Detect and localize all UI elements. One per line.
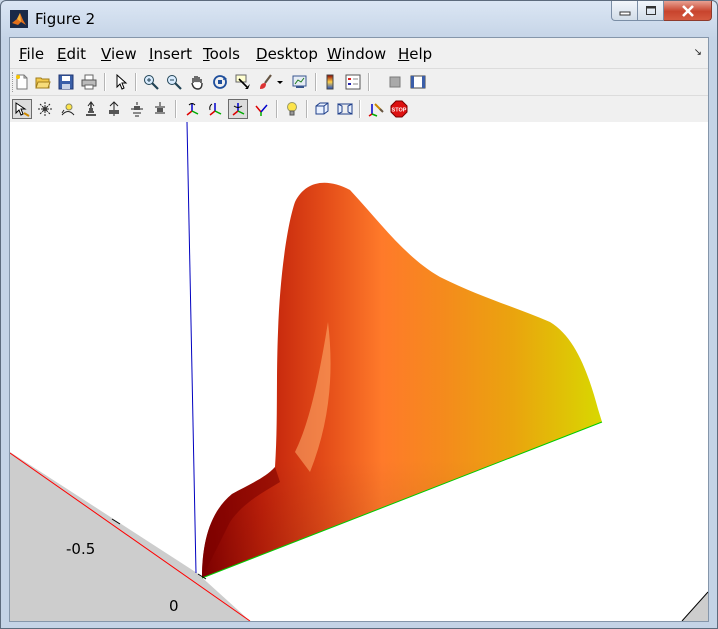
toolbar-separator <box>276 100 278 118</box>
window-title: Figure 2 <box>35 10 96 28</box>
pan-tilt-camera-icon[interactable] <box>81 99 101 119</box>
menu-window[interactable]: Window <box>327 45 386 63</box>
figure-window: Figure 2 File Edit View Insert Tools Des… <box>0 0 718 629</box>
toggle-light-icon[interactable] <box>282 99 302 119</box>
zoom-out-icon[interactable] <box>164 72 184 92</box>
camera-toolbar: STOP <box>10 95 708 122</box>
surface-shading <box>202 182 602 578</box>
tick-label-neg-0-5: -0.5 <box>66 540 96 558</box>
show-plot-tools-icon[interactable] <box>408 72 428 92</box>
figure-client: File Edit View Insert Tools Desktop Wind… <box>9 37 709 622</box>
brush-icon[interactable] <box>256 72 276 92</box>
minimize-icon <box>619 11 630 15</box>
toolbar-separator <box>368 73 370 91</box>
menu-view[interactable]: View <box>101 45 137 63</box>
z-principal-axis-icon[interactable] <box>228 99 248 119</box>
edit-plot-icon[interactable] <box>111 72 131 92</box>
roll-camera-icon[interactable] <box>150 99 170 119</box>
menu-edit[interactable]: Edit <box>57 45 86 63</box>
stop-camera-icon[interactable]: STOP <box>389 99 409 119</box>
brush-dropdown-icon[interactable] <box>275 72 285 92</box>
pan-icon[interactable] <box>187 72 207 92</box>
close-button[interactable] <box>664 1 712 21</box>
perspective-projection-icon[interactable] <box>335 99 355 119</box>
menu-insert[interactable]: Insert <box>149 45 192 63</box>
toolbar-separator <box>175 100 177 118</box>
x-principal-axis-icon[interactable] <box>182 99 202 119</box>
toolbar-separator <box>306 100 308 118</box>
zoom-in-icon[interactable] <box>141 72 161 92</box>
stop-label: STOP <box>392 108 407 114</box>
menu-file[interactable]: File <box>19 45 44 63</box>
figure-toolbar <box>10 68 708 95</box>
reset-camera-icon[interactable] <box>366 99 386 119</box>
insert-legend-icon[interactable] <box>343 72 363 92</box>
maximize-button[interactable] <box>638 1 664 21</box>
toolbar-separator <box>359 100 361 118</box>
toolbar-separator <box>315 73 317 91</box>
title-bar[interactable]: Figure 2 <box>1 1 717 37</box>
maximize-icon <box>645 6 656 15</box>
matlab-icon <box>10 10 28 28</box>
orthographic-projection-icon[interactable] <box>312 99 332 119</box>
close-icon <box>681 4 694 17</box>
toolbar-separator <box>104 73 106 91</box>
no-principal-axis-icon[interactable] <box>251 99 271 119</box>
tick-label-0: 0 <box>169 597 179 615</box>
minimize-button[interactable] <box>611 1 638 21</box>
link-plot-icon[interactable] <box>290 72 310 92</box>
z-axis-line <box>186 122 197 574</box>
move-camera-icon[interactable] <box>104 99 124 119</box>
open-file-icon[interactable] <box>33 72 53 92</box>
axes-3d[interactable] <box>10 122 708 621</box>
orbit-light-icon[interactable] <box>58 99 78 119</box>
hide-plot-tools-icon[interactable] <box>385 72 405 92</box>
menu-bar: File Edit View Insert Tools Desktop Wind… <box>10 38 708 68</box>
menu-tools[interactable]: Tools <box>203 45 240 63</box>
new-figure-icon[interactable] <box>12 72 32 92</box>
menu-desktop[interactable]: Desktop <box>256 45 318 63</box>
plot-area[interactable]: -0.5 0 <box>10 122 708 621</box>
y-principal-axis-icon[interactable] <box>205 99 225 119</box>
select-camera-icon[interactable] <box>12 99 32 119</box>
zoom-camera-icon[interactable] <box>127 99 147 119</box>
toolbar-separator <box>135 73 137 91</box>
insert-colorbar-icon[interactable] <box>320 72 340 92</box>
data-cursor-icon[interactable] <box>233 72 253 92</box>
rotate-3d-icon[interactable] <box>210 72 230 92</box>
save-icon[interactable] <box>56 72 76 92</box>
menu-dock-arrow-icon[interactable]: ↘ <box>694 47 702 58</box>
orbit-camera-icon[interactable] <box>35 99 55 119</box>
print-icon[interactable] <box>79 72 99 92</box>
menu-help[interactable]: Help <box>398 45 432 63</box>
